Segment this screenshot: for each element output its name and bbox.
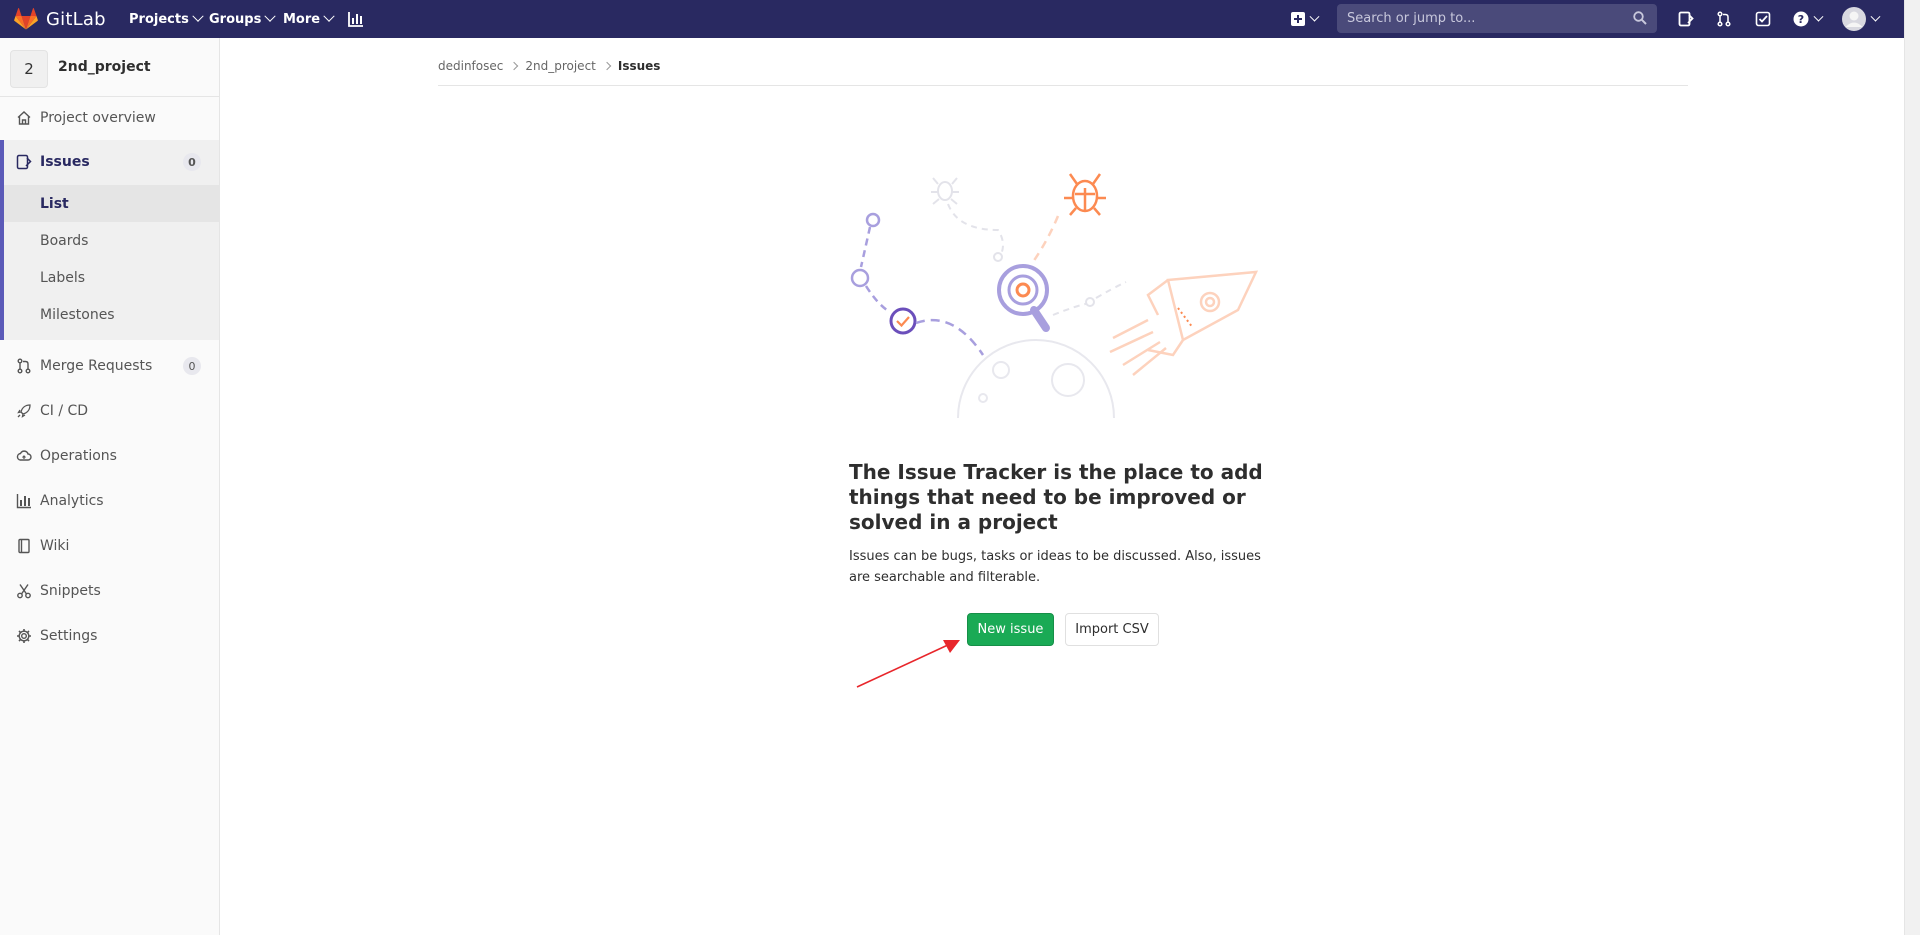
user-menu-dropdown[interactable] (1840, 0, 1880, 38)
sidebar-item-issues[interactable]: Issues 0 (0, 140, 219, 184)
merge-requests-shortcut-button[interactable] (1712, 0, 1736, 38)
chevron-down-icon (192, 10, 204, 22)
page-scrollbar[interactable] (1904, 0, 1920, 935)
issues-icon (16, 154, 32, 170)
help-dropdown[interactable]: ? (1790, 0, 1824, 38)
sidebar-item-merge-requests[interactable]: Merge Requests 0 (0, 344, 219, 388)
sidebar-item-analytics[interactable]: Analytics (0, 479, 219, 523)
sidebar-subitem-label: Labels (40, 269, 86, 286)
faint-bug-icon (931, 177, 959, 205)
sidebar-item-settings[interactable]: Settings (0, 614, 219, 658)
sidebar-item-label: Analytics (40, 493, 104, 509)
issues-count-badge: 0 (183, 153, 201, 171)
book-icon (18, 538, 30, 554)
sidebar-issues-group: Issues 0 List Boards Labels Milestones (0, 140, 219, 340)
issues-icon (1678, 11, 1694, 27)
project-avatar: 2 (10, 50, 48, 88)
sidebar-item-label: Issues (40, 154, 90, 170)
gitlab-logo[interactable]: GitLab (14, 7, 106, 31)
project-name: 2nd_project (58, 59, 151, 75)
search-box[interactable] (1337, 4, 1657, 33)
gear-icon (17, 629, 31, 643)
sidebar-item-label: Merge Requests (40, 358, 153, 374)
nav-more-label: More (283, 11, 321, 27)
sidebar-item-project-overview[interactable]: Project overview (0, 96, 219, 140)
merge-request-icon (17, 358, 31, 374)
sidebar-item-ci-cd[interactable]: CI / CD (0, 389, 219, 433)
nav-groups-label: Groups (209, 11, 262, 27)
sidebar-item-label: CI / CD (40, 403, 89, 419)
svg-text:?: ? (1797, 13, 1803, 26)
breadcrumb: dedinfosec 2nd_project Issues (438, 46, 1688, 86)
top-navbar: GitLab Projects Groups More Search or ju… (0, 0, 1905, 38)
empty-state-title: The Issue Tracker is the place to add th… (849, 460, 1263, 534)
new-item-dropdown[interactable] (1288, 0, 1320, 38)
help-icon: ? (1793, 11, 1808, 27)
sidebar-item-label: Settings (40, 628, 98, 644)
user-avatar-icon (1841, 7, 1866, 31)
project-header[interactable]: 2 2nd_project (0, 38, 219, 97)
annotation-arrow-icon (856, 640, 960, 688)
nav-projects-label: Projects (129, 11, 189, 27)
sidebar-subitem-boards[interactable]: Boards (4, 222, 219, 259)
nav-groups-dropdown[interactable]: Groups (209, 0, 276, 38)
chart-icon (16, 494, 31, 509)
project-sidebar: 2 2nd_project Project overview Issues 0 … (0, 38, 220, 935)
sidebar-item-snippets[interactable]: Snippets (0, 569, 219, 613)
activity-chart-icon (348, 12, 363, 27)
sidebar-subitem-labels[interactable]: Labels (4, 259, 219, 296)
chevron-down-icon (323, 10, 335, 22)
cloud-icon (16, 450, 32, 461)
brand-name: GitLab (46, 8, 106, 30)
sidebar-subitem-label: Boards (40, 232, 89, 249)
sidebar-subitem-list[interactable]: List (4, 185, 219, 222)
nav-projects-dropdown[interactable]: Projects (129, 0, 204, 38)
rocket-illustration (1109, 270, 1259, 376)
chevron-down-icon (1870, 11, 1880, 22)
orange-bug-icon (1064, 173, 1106, 216)
home-icon (17, 111, 31, 125)
search-input[interactable] (1337, 4, 1637, 33)
sidebar-item-operations[interactable]: Operations (0, 434, 219, 478)
todos-shortcut-button[interactable] (1751, 0, 1775, 38)
sidebar-subitem-milestones[interactable]: Milestones (4, 296, 219, 333)
breadcrumb-separator-icon (510, 61, 519, 70)
search-icon (1633, 11, 1647, 25)
sidebar-item-label: Snippets (40, 583, 101, 599)
import-csv-button[interactable]: Import CSV (1065, 613, 1159, 646)
gitlab-tanuki-icon (14, 8, 38, 30)
chevron-down-icon (1309, 11, 1319, 22)
plus-square-icon (1290, 12, 1305, 26)
sidebar-item-wiki[interactable]: Wiki (0, 524, 219, 568)
scissors-icon (17, 584, 31, 599)
breadcrumb-project-link[interactable]: 2nd_project (525, 59, 596, 73)
sidebar-subitem-label: Milestones (40, 306, 115, 323)
sidebar-subitem-label: List (40, 195, 69, 212)
chevron-down-icon (1813, 11, 1823, 22)
merge-request-icon (1717, 11, 1731, 27)
merge-requests-count-badge: 0 (183, 357, 201, 375)
new-issue-button[interactable]: New issue (967, 613, 1054, 646)
activity-chart-button[interactable] (346, 0, 366, 38)
todo-icon (1755, 11, 1771, 27)
breadcrumb-separator-icon (602, 61, 612, 70)
empty-state-description: Issues can be bugs, tasks or ideas to be… (849, 549, 1261, 585)
breadcrumb-namespace-link[interactable]: dedinfosec (438, 59, 503, 73)
breadcrumb-current-page[interactable]: Issues (618, 59, 661, 73)
rocket-icon (17, 404, 31, 418)
sidebar-item-label: Wiki (40, 538, 70, 554)
nav-more-dropdown[interactable]: More (283, 0, 335, 38)
sidebar-item-label: Operations (40, 448, 117, 464)
chevron-down-icon (264, 10, 276, 22)
issues-empty-state-illustration (850, 173, 1259, 419)
sidebar-item-label: Project overview (40, 110, 156, 126)
issues-shortcut-button[interactable] (1674, 0, 1698, 38)
